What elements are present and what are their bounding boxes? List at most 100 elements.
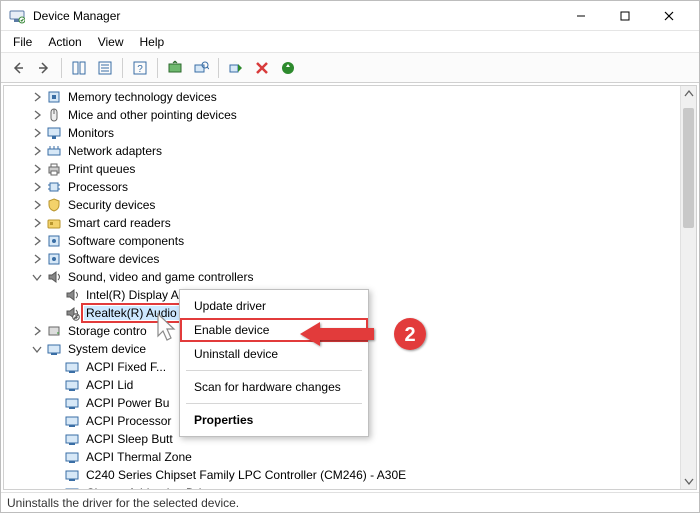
forward-button[interactable] bbox=[32, 56, 56, 80]
chevron-right-icon[interactable] bbox=[30, 252, 44, 266]
update-driver-button[interactable] bbox=[163, 56, 187, 80]
maximize-button[interactable] bbox=[603, 1, 647, 31]
show-hide-console-button[interactable] bbox=[67, 56, 91, 80]
system-icon bbox=[64, 449, 80, 465]
expander-placeholder bbox=[48, 360, 62, 374]
tree-item-label: ACPI Power Bu bbox=[84, 396, 171, 410]
tree-item[interactable]: Software devices bbox=[4, 250, 680, 268]
tree-item[interactable]: ACPI Thermal Zone bbox=[4, 448, 680, 466]
menu-file[interactable]: File bbox=[5, 33, 40, 51]
tree-item[interactable]: Smart card readers bbox=[4, 214, 680, 232]
vertical-scrollbar[interactable] bbox=[680, 86, 696, 489]
tree-item-label: Realtek(R) Audio bbox=[84, 306, 179, 320]
chevron-right-icon[interactable] bbox=[30, 108, 44, 122]
tree-item[interactable]: Monitors bbox=[4, 124, 680, 142]
back-button[interactable] bbox=[6, 56, 30, 80]
chevron-down-icon[interactable] bbox=[30, 270, 44, 284]
tree-item-label: Mice and other pointing devices bbox=[66, 108, 239, 122]
titlebar[interactable]: Device Manager bbox=[1, 1, 699, 31]
monitor-icon bbox=[46, 125, 62, 141]
chevron-right-icon[interactable] bbox=[30, 216, 44, 230]
tree-item[interactable]: Sound, video and game controllers bbox=[4, 268, 680, 286]
chevron-right-icon[interactable] bbox=[30, 144, 44, 158]
device-manager-window: Device Manager File Action View Help bbox=[0, 0, 700, 513]
chevron-right-icon[interactable] bbox=[30, 234, 44, 248]
tree-item[interactable]: Processors bbox=[4, 178, 680, 196]
tree-item-label: ACPI Lid bbox=[84, 378, 135, 392]
scrollbar-thumb[interactable] bbox=[683, 108, 694, 228]
system-icon bbox=[64, 467, 80, 483]
chevron-right-icon[interactable] bbox=[30, 90, 44, 104]
system-icon bbox=[64, 359, 80, 375]
tree-item-label: Processors bbox=[66, 180, 130, 194]
system-icon bbox=[64, 395, 80, 411]
app-icon bbox=[9, 8, 25, 24]
speaker-icon bbox=[46, 269, 62, 285]
system-icon bbox=[64, 485, 80, 489]
context-menu: Update driverEnable deviceUninstall devi… bbox=[179, 289, 369, 437]
tree-item[interactable]: Print queues bbox=[4, 160, 680, 178]
menu-help[interactable]: Help bbox=[132, 33, 173, 51]
properties-button[interactable] bbox=[93, 56, 117, 80]
chevron-right-icon[interactable] bbox=[30, 180, 44, 194]
shield-icon bbox=[46, 197, 62, 213]
expander-placeholder bbox=[48, 396, 62, 410]
system-icon bbox=[64, 431, 80, 447]
statusbar: Uninstalls the driver for the selected d… bbox=[1, 492, 699, 512]
window-title: Device Manager bbox=[33, 9, 120, 23]
tree-item[interactable]: C240 Series Chipset Family LPC Controlle… bbox=[4, 466, 680, 484]
tree-item[interactable]: Network adapters bbox=[4, 142, 680, 160]
cpu-icon bbox=[46, 179, 62, 195]
context-menu-item[interactable]: Scan for hardware changes bbox=[180, 375, 368, 399]
tree-item[interactable]: Software components bbox=[4, 232, 680, 250]
uninstall-device-button[interactable] bbox=[250, 56, 274, 80]
context-menu-item[interactable]: Enable device bbox=[180, 318, 368, 342]
printer-icon bbox=[46, 161, 62, 177]
chevron-right-icon[interactable] bbox=[30, 324, 44, 338]
main-panel: Memory technology devices Mice and other … bbox=[3, 85, 697, 490]
refresh-button[interactable] bbox=[276, 56, 300, 80]
expander-placeholder bbox=[48, 486, 62, 489]
close-button[interactable] bbox=[647, 1, 691, 31]
expander-placeholder bbox=[48, 450, 62, 464]
chevron-right-icon[interactable] bbox=[30, 126, 44, 140]
system-icon bbox=[64, 377, 80, 393]
tree-item[interactable]: Charge Arbitration Driver bbox=[4, 484, 680, 489]
enable-device-button[interactable] bbox=[224, 56, 248, 80]
scan-hardware-button[interactable] bbox=[189, 56, 213, 80]
sw-icon bbox=[46, 233, 62, 249]
tree-item-label: Security devices bbox=[66, 198, 157, 212]
context-menu-item[interactable]: Properties bbox=[180, 408, 368, 432]
tree-item[interactable]: Memory technology devices bbox=[4, 88, 680, 106]
chevron-right-icon[interactable] bbox=[30, 162, 44, 176]
tree-item-label: ACPI Sleep Butt bbox=[84, 432, 175, 446]
tree-item-label: Monitors bbox=[66, 126, 116, 140]
scroll-down-button[interactable] bbox=[681, 473, 697, 489]
speaker-disabled-icon bbox=[64, 305, 80, 321]
status-text: Uninstalls the driver for the selected d… bbox=[7, 496, 239, 510]
minimize-button[interactable] bbox=[559, 1, 603, 31]
tree-item-label: ACPI Processor bbox=[84, 414, 173, 428]
chevron-down-icon[interactable] bbox=[30, 342, 44, 356]
menu-view[interactable]: View bbox=[90, 33, 132, 51]
tree-item-label: Smart card readers bbox=[66, 216, 173, 230]
expander-placeholder bbox=[48, 432, 62, 446]
chevron-right-icon[interactable] bbox=[30, 198, 44, 212]
system-icon bbox=[46, 341, 62, 357]
context-menu-item[interactable]: Update driver bbox=[180, 294, 368, 318]
tree-item[interactable]: Mice and other pointing devices bbox=[4, 106, 680, 124]
tree-item-label: Network adapters bbox=[66, 144, 164, 158]
expander-placeholder bbox=[48, 378, 62, 392]
tree-item[interactable]: Security devices bbox=[4, 196, 680, 214]
help-button[interactable]: ? bbox=[128, 56, 152, 80]
tree-item-label: ACPI Thermal Zone bbox=[84, 450, 194, 464]
tree-item-label: System device bbox=[66, 342, 148, 356]
tree-item-label: Software components bbox=[66, 234, 186, 248]
expander-placeholder bbox=[48, 288, 62, 302]
context-menu-item[interactable]: Uninstall device bbox=[180, 342, 368, 366]
scroll-up-button[interactable] bbox=[681, 86, 697, 102]
expander-placeholder bbox=[48, 414, 62, 428]
tree-item-label: Storage contro bbox=[66, 324, 149, 338]
menu-action[interactable]: Action bbox=[40, 33, 89, 51]
tree-item-label: Print queues bbox=[66, 162, 137, 176]
